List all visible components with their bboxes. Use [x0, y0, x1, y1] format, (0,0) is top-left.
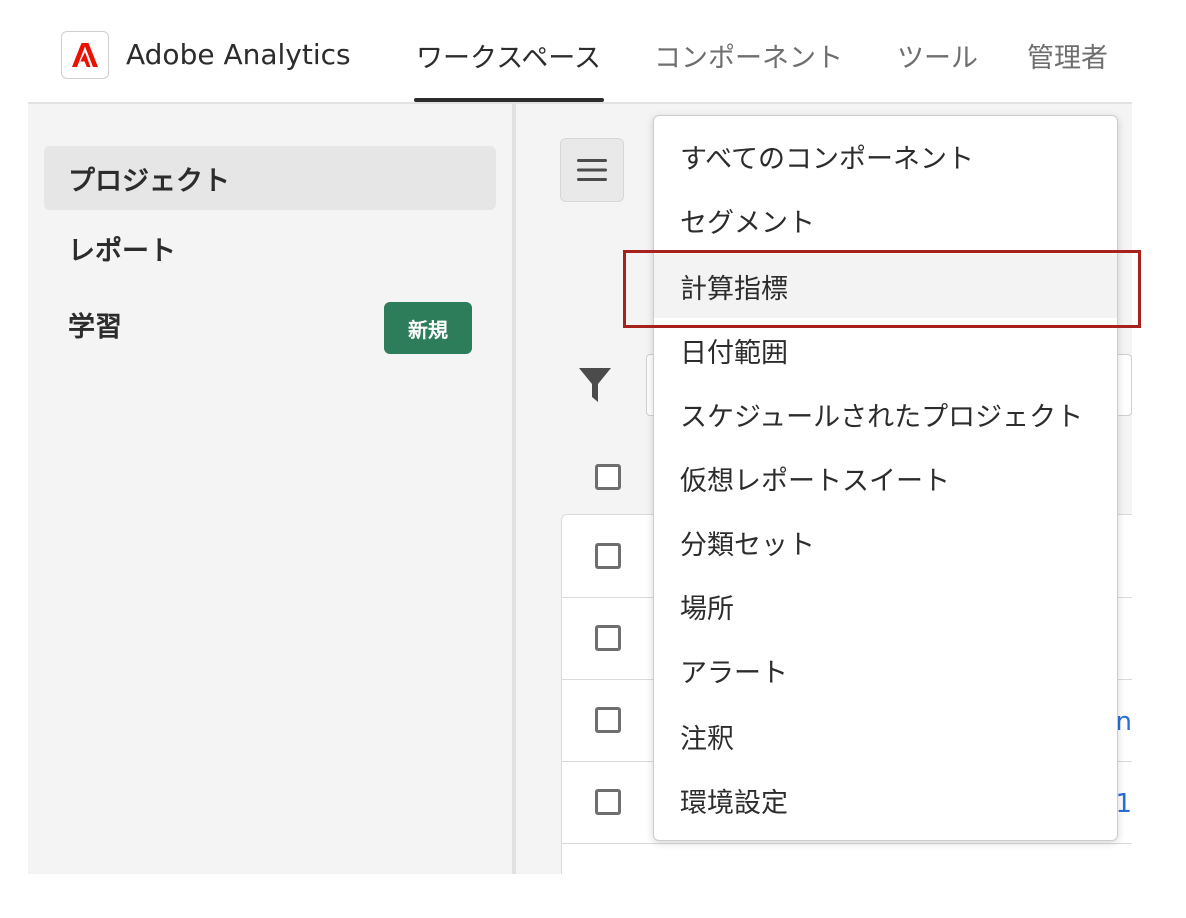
row-checkbox[interactable]	[595, 789, 621, 815]
row-checkbox[interactable]	[595, 543, 621, 569]
menu-item-virtual-report-suites[interactable]: 仮想レポートスイート	[654, 446, 1117, 510]
tab-tools[interactable]: ツール	[897, 36, 978, 75]
menu-item-locations[interactable]: 場所	[654, 574, 1117, 638]
menu-item-all-components[interactable]: すべてのコンポーネント	[654, 124, 1117, 188]
menu-item-preferences[interactable]: 環境設定	[654, 768, 1117, 832]
component-menu-button[interactable]	[560, 138, 624, 202]
app-title: Adobe Analytics	[126, 38, 351, 71]
menu-item-annotations[interactable]: 注釈	[654, 704, 1117, 768]
components-dropdown-menu: すべてのコンポーネント セグメント 計算指標 日付範囲 スケジュールされたプロジ…	[653, 115, 1118, 841]
active-tab-indicator	[414, 98, 604, 102]
sidebar-item-projects[interactable]: プロジェクト	[44, 146, 496, 210]
menu-item-date-ranges[interactable]: 日付範囲	[654, 318, 1117, 382]
row-checkbox[interactable]	[595, 707, 621, 733]
tab-components[interactable]: コンポーネント	[654, 36, 843, 75]
sidebar-item-label: 学習	[68, 311, 122, 343]
top-navigation-bar: Adobe Analytics ワークスペース コンポーネント ツール 管理者	[28, 0, 1132, 104]
row-divider	[562, 843, 1132, 844]
select-all-checkbox[interactable]	[595, 464, 621, 490]
menu-item-calculated-metrics[interactable]: 計算指標	[654, 254, 1117, 318]
sidebar-item-label: プロジェクト	[68, 165, 230, 197]
menu-item-classification-sets[interactable]: 分類セット	[654, 510, 1117, 574]
left-sidebar: プロジェクト レポート 学習 新規	[28, 104, 512, 874]
sidebar-item-label: レポート	[68, 235, 176, 267]
menu-item-segments[interactable]: セグメント	[654, 188, 1117, 252]
menu-item-scheduled-projects[interactable]: スケジュールされたプロジェクト	[654, 382, 1117, 446]
tab-workspace[interactable]: ワークスペース	[416, 36, 601, 75]
sidebar-item-reports[interactable]: レポート	[44, 216, 496, 280]
tab-admin[interactable]: 管理者	[1027, 36, 1108, 75]
page-bottom-edge	[0, 874, 1186, 918]
adobe-logo-icon[interactable]	[61, 31, 109, 79]
menu-item-alerts[interactable]: アラート	[654, 638, 1117, 702]
filter-icon[interactable]	[578, 366, 612, 404]
new-badge: 新規	[384, 302, 472, 354]
hamburger-icon	[577, 159, 607, 181]
row-checkbox[interactable]	[595, 625, 621, 651]
